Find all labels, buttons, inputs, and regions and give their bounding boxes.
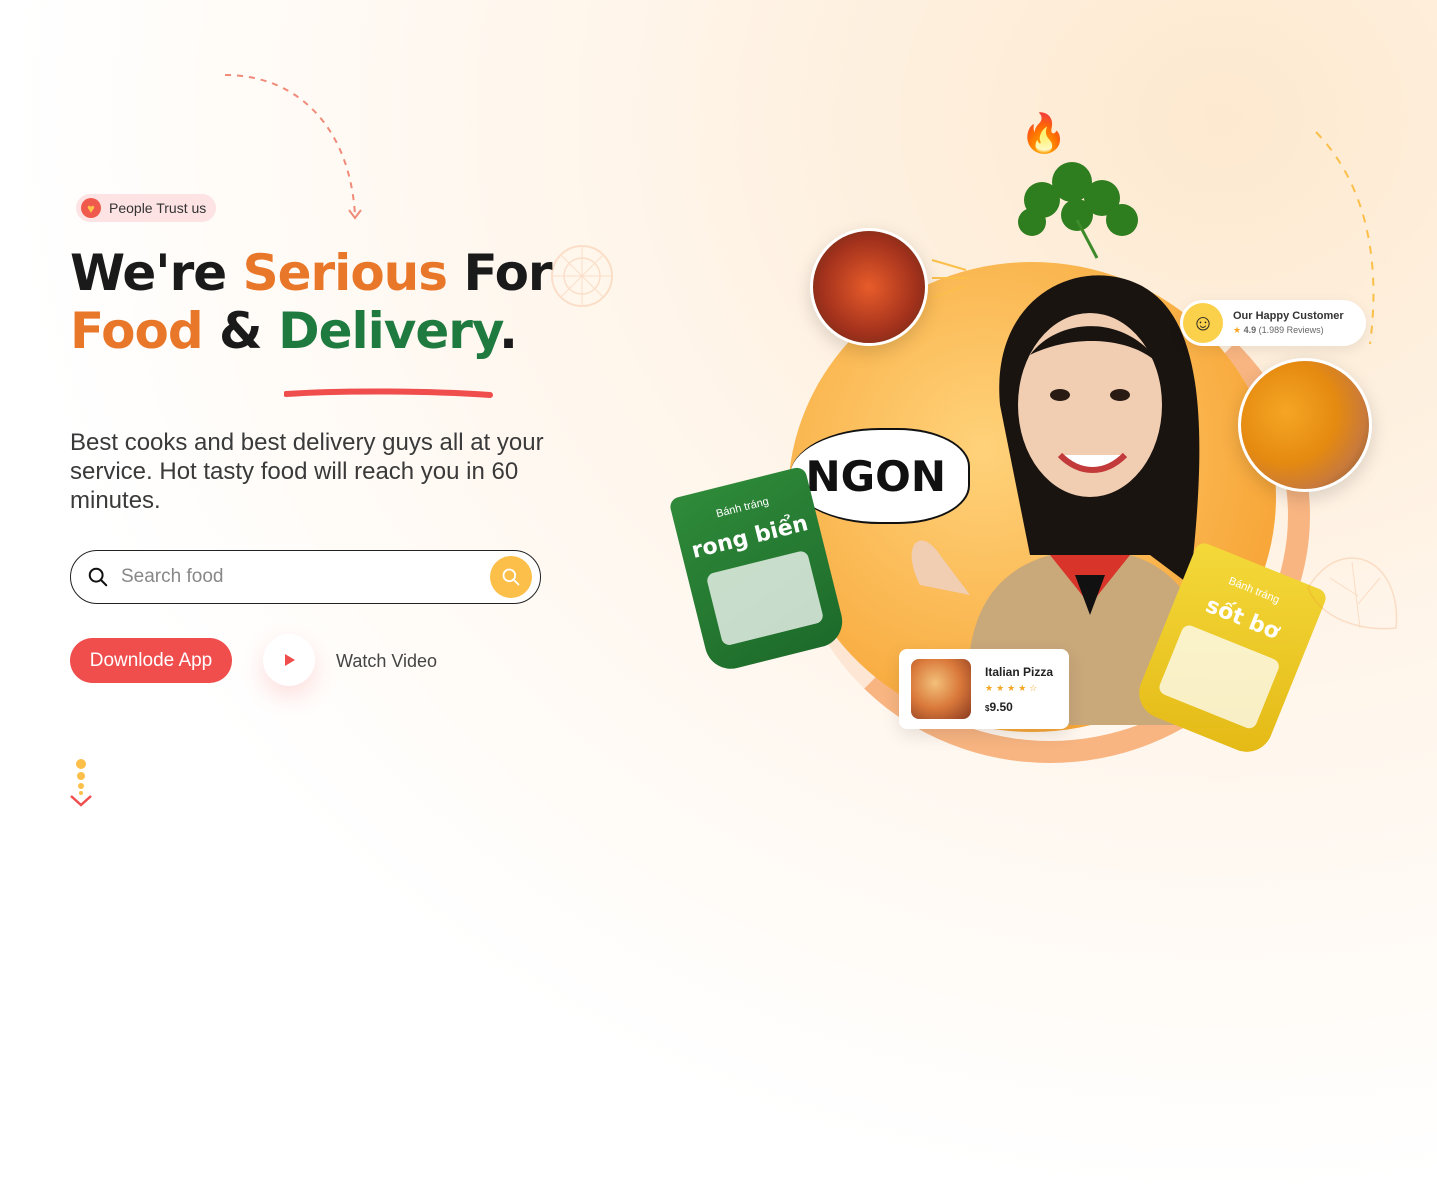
happy-customer-card: ☺ Our Happy Customer ★ 4.9 (1.989 Review… <box>1180 300 1366 346</box>
smile-avatar-icon: ☺ <box>1183 303 1223 343</box>
headline-word: Delivery <box>278 302 500 360</box>
headline-word: . <box>498 302 518 360</box>
search-button[interactable] <box>490 556 532 598</box>
pizza-rating-stars: ★★★★☆ <box>985 682 1041 693</box>
leaf-watermark <box>1307 557 1398 630</box>
star-icon: ★ <box>1233 325 1242 335</box>
headline-word: Food <box>70 302 204 360</box>
flame-icon: 🔥 <box>1020 113 1068 155</box>
price-value: 9.50 <box>989 699 1013 714</box>
customer-card-rating: ★ 4.9 (1.989 Reviews) <box>1233 325 1344 336</box>
trust-badge: ♥ People Trust us <box>76 194 217 222</box>
headline-word: Serious <box>242 244 448 302</box>
review-count: (1.989 Reviews) <box>1258 325 1324 335</box>
search-input[interactable] <box>121 566 461 588</box>
customer-card-title: Our Happy Customer <box>1233 310 1344 322</box>
play-icon <box>285 654 295 666</box>
dashed-arrow-decoration <box>224 74 362 220</box>
headline-word: For <box>463 244 552 302</box>
sparkle-lines-decoration <box>931 259 968 299</box>
italian-pizza-card[interactable]: Italian Pizza ★★★★☆ $9.50 <box>899 649 1069 729</box>
search-icon <box>88 567 108 587</box>
headline-word: & <box>219 302 263 360</box>
mango-snack-image <box>1238 358 1372 492</box>
watch-video-link[interactable]: Watch Video <box>336 651 437 672</box>
headline-word: We're <box>70 244 227 302</box>
cilantro-image <box>1018 162 1138 259</box>
search-icon <box>502 568 520 586</box>
chili-snack-image <box>810 228 928 346</box>
hero-headline: We're Serious For Food & Delivery. <box>70 244 553 360</box>
rating-value: 4.9 <box>1243 325 1257 335</box>
scroll-down-indicator[interactable] <box>70 758 94 812</box>
pizza-name: Italian Pizza <box>985 664 1054 679</box>
ngon-sticker: NGON <box>790 428 970 524</box>
headline-underline <box>284 388 493 398</box>
download-app-button[interactable]: Downlode App <box>70 638 232 683</box>
chevron-down-icon <box>70 795 92 807</box>
search-bar <box>70 550 541 604</box>
heart-icon: ♥ <box>81 198 101 218</box>
trust-badge-label: People Trust us <box>109 200 207 216</box>
pizza-price: $9.50 <box>985 700 1053 714</box>
orange-slice-watermark <box>551 245 613 307</box>
play-video-button[interactable] <box>263 634 315 686</box>
hero-description: Best cooks and best delivery guys all at… <box>70 429 544 514</box>
pizza-thumbnail <box>911 659 971 719</box>
pack-window <box>705 549 825 647</box>
